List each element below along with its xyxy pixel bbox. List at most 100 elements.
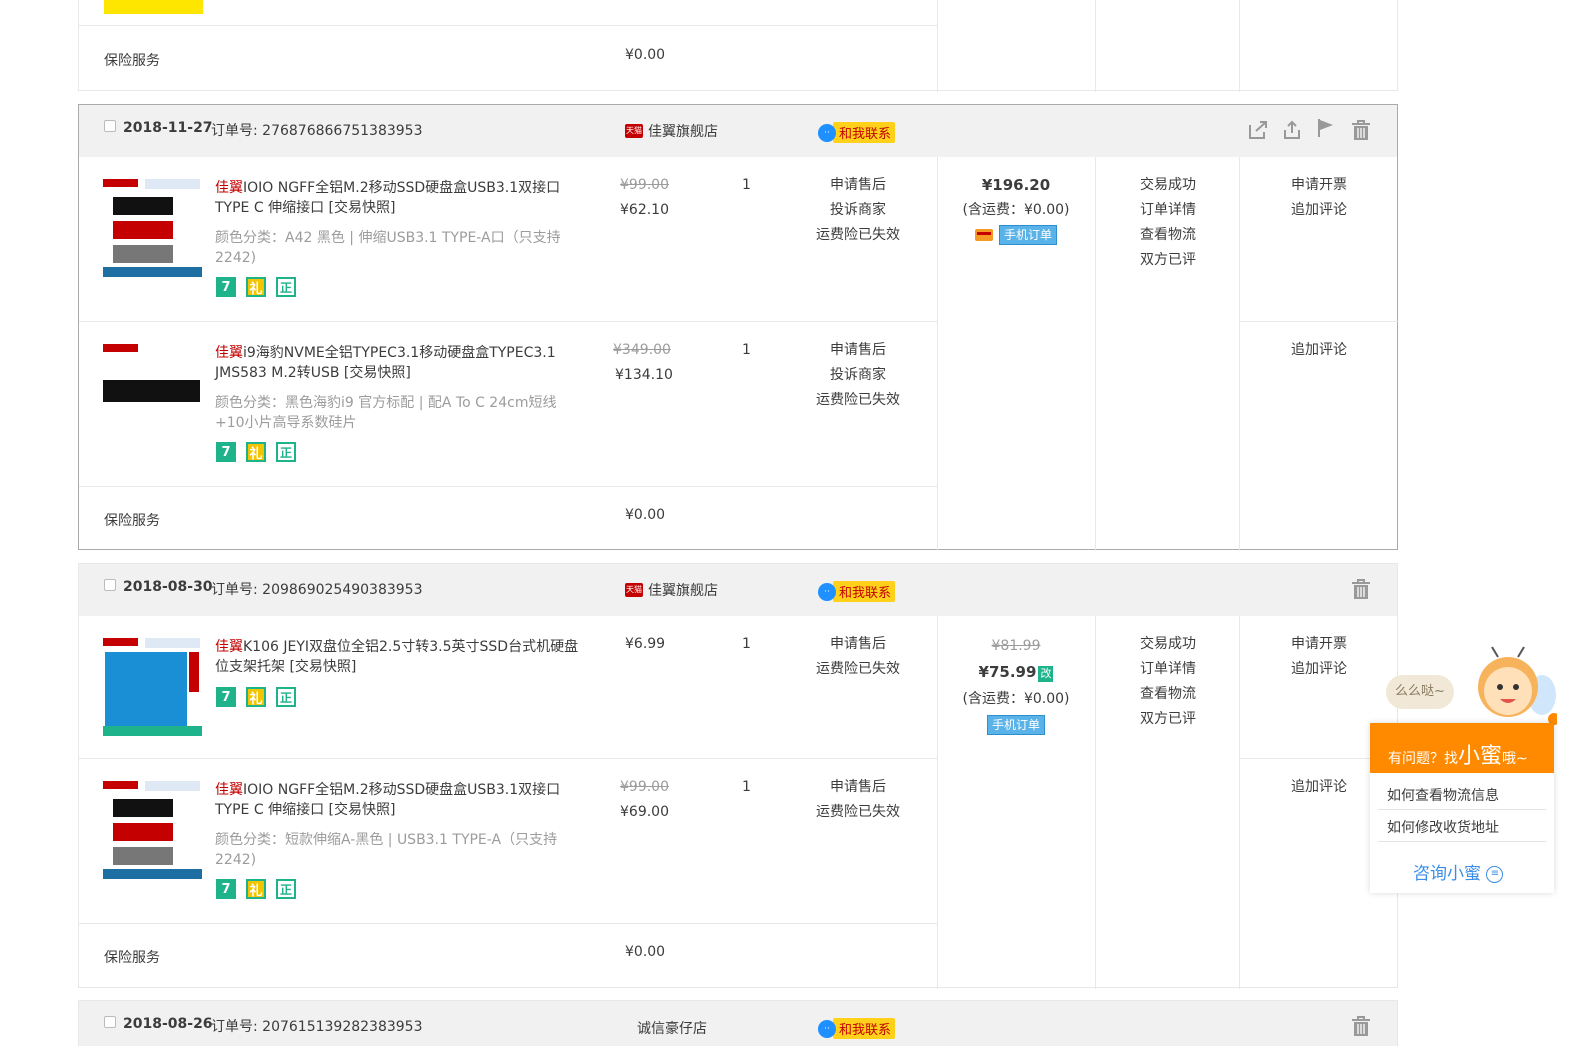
seven-day-return-icon[interactable]: 7 (216, 277, 236, 297)
shipping-insurance-status: 运费险已失效 (816, 392, 900, 408)
helper-banner[interactable]: 有问题？找小蜜哦~ (1370, 723, 1554, 773)
product-name: K106 JEYI双盘位全铝2.5寸转3.5英寸SSD台式机硬盘位支架托架 [交… (215, 639, 579, 675)
order-status: 交易成功 订单详情 查看物流 双方已评 (1118, 632, 1218, 732)
item-links: 申请售后 运费险已失效 (798, 632, 918, 682)
item-actions: 追加评论 (1269, 338, 1369, 363)
price-modified-tag: 改 (1038, 666, 1054, 682)
quantity: 1 (742, 177, 751, 193)
genuine-icon[interactable]: 正 (276, 879, 296, 899)
order-checkbox[interactable] (104, 120, 116, 132)
product-thumb-partial[interactable] (104, 0, 203, 14)
product-name: IOIO NGFF全铝M.2移动SSD硬盘盒USB3.1双接口TYPE C 伸缩… (215, 782, 561, 818)
contact-seller-button[interactable]: ·· 和我联系 (818, 1018, 896, 1039)
insurance-price: ¥0.00 (625, 507, 666, 523)
seven-day-return-icon[interactable]: 7 (216, 687, 236, 707)
genuine-icon[interactable]: 正 (276, 442, 296, 462)
delete-icon[interactable] (1350, 1015, 1372, 1037)
shop-link[interactable]: 天猫 佳翼旗舰店 (625, 121, 718, 141)
apply-invoice-link[interactable]: 申请开票 (1269, 632, 1369, 657)
delete-icon[interactable] (1350, 119, 1372, 141)
shipping-insurance-status: 运费险已失效 (816, 227, 900, 243)
product-title-link[interactable]: 佳翼K106 JEYI双盘位全铝2.5寸转3.5英寸SSD台式机硬盘位支架托架 … (215, 637, 585, 677)
insurance-price: ¥0.00 (625, 944, 666, 960)
add-review-link[interactable]: 追加评论 (1269, 198, 1369, 223)
order-detail-link[interactable]: 订单详情 (1118, 198, 1218, 223)
gift-icon[interactable]: 礼 (246, 442, 266, 462)
quantity: 1 (742, 342, 751, 358)
faq-item[interactable]: 如何修改收货地址 (1387, 817, 1499, 837)
apply-aftersale-link[interactable]: 申请售后 (798, 775, 918, 800)
insurance-label: 保险服务 (104, 53, 160, 69)
shop-name: 诚信豪仔店 (637, 1021, 707, 1037)
quantity: 1 (742, 636, 751, 652)
view-logistics-link[interactable]: 查看物流 (1118, 682, 1218, 707)
upload-icon[interactable] (1281, 119, 1303, 141)
product-title-link[interactable]: 佳翼i9海豹NVME全铝TYPEC3.1移动硬盘盒TYPEC3.1 JMS583… (215, 343, 585, 383)
gift-icon[interactable]: 礼 (246, 687, 266, 707)
order-total: ¥81.99 ¥75.99 改 (含运费：¥0.00) 手机订单 (937, 633, 1095, 738)
apply-aftersale-link[interactable]: 申请售后 (798, 173, 918, 198)
apply-aftersale-link[interactable]: 申请售后 (798, 632, 918, 657)
order-detail-link[interactable]: 订单详情 (1118, 657, 1218, 682)
quantity: 1 (742, 779, 751, 795)
view-logistics-link[interactable]: 查看物流 (1118, 223, 1218, 248)
apply-invoice-link[interactable]: 申请开票 (1269, 173, 1369, 198)
order-card: 2018-08-26 订单号: 207615139282383953 诚信豪仔店… (78, 1000, 1398, 1046)
contact-seller-button[interactable]: ·· 和我联系 (818, 122, 896, 143)
gift-icon[interactable]: 礼 (246, 277, 266, 297)
item-links: 申请售后 运费险已失效 (798, 775, 918, 825)
shop-link[interactable]: 诚信豪仔店 (637, 1018, 707, 1038)
add-review-link[interactable]: 追加评论 (1269, 775, 1369, 800)
shop-name: 佳翼旗舰店 (648, 124, 718, 140)
share-icon[interactable] (1247, 119, 1269, 141)
apply-aftersale-link[interactable]: 申请售后 (798, 338, 918, 363)
assistant-widget: 么么哒~ 有问题？找小蜜哦~ 如何查看物流信息 如何修改收货地址 咨询小蜜 ≡ (1370, 645, 1557, 893)
seven-day-return-icon[interactable]: 7 (216, 879, 236, 899)
shop-name: 佳翼旗舰店 (648, 583, 718, 599)
product-title-link[interactable]: 佳翼IOIO NGFF全铝M.2移动SSD硬盘盒USB3.1双接口TYPE C … (215, 178, 585, 218)
product-brand: 佳翼 (215, 639, 243, 655)
delete-icon[interactable] (1350, 578, 1372, 600)
flag-icon[interactable] (1315, 117, 1337, 139)
order-checkbox[interactable] (104, 579, 116, 591)
original-price: ¥349.00 (613, 342, 671, 358)
item-links: 申请售后 投诉商家 运费险已失效 (798, 173, 918, 248)
order-date: 2018-11-27 (123, 120, 213, 136)
add-review-link[interactable]: 追加评论 (1269, 338, 1369, 363)
product-thumbnail[interactable] (103, 344, 202, 404)
original-price: ¥99.00 (620, 779, 669, 795)
order-date: 2018-08-30 (123, 579, 213, 595)
add-review-link[interactable]: 追加评论 (1269, 657, 1369, 682)
bee-mascot-icon[interactable] (1470, 645, 1557, 731)
order-header: 2018-08-26 订单号: 207615139282383953 诚信豪仔店… (79, 1001, 1397, 1046)
insurance-label: 保险服务 (104, 950, 160, 966)
product-thumbnail[interactable] (103, 638, 202, 736)
status-text: 交易成功 (1140, 177, 1196, 193)
complain-link[interactable]: 投诉商家 (798, 363, 918, 388)
speech-bubble-text: 么么哒~ (1395, 684, 1445, 699)
item-actions: 申请开票 追加评论 (1269, 632, 1369, 682)
product-brand: 佳翼 (215, 782, 243, 798)
product-title-link[interactable]: 佳翼IOIO NGFF全铝M.2移动SSD硬盘盒USB3.1双接口TYPE C … (215, 780, 585, 820)
speech-bubble: 么么哒~ (1386, 675, 1454, 709)
contact-seller-button[interactable]: ·· 和我联系 (818, 581, 896, 602)
service-badges: 7 礼 正 (216, 442, 296, 462)
consult-assistant-button[interactable]: 咨询小蜜 ≡ (1413, 859, 1504, 884)
contact-label: 和我联系 (833, 1018, 896, 1039)
genuine-icon[interactable]: 正 (276, 277, 296, 297)
tmall-icon: 天猫 (625, 124, 643, 138)
product-thumbnail[interactable] (103, 781, 202, 879)
seven-day-return-icon[interactable]: 7 (216, 442, 236, 462)
gift-icon[interactable]: 礼 (246, 879, 266, 899)
complain-link[interactable]: 投诉商家 (798, 198, 918, 223)
genuine-icon[interactable]: 正 (276, 687, 296, 707)
product-thumbnail[interactable] (103, 179, 202, 277)
service-badges: 7 礼 正 (216, 277, 296, 297)
shop-link[interactable]: 天猫 佳翼旗舰店 (625, 580, 718, 600)
faq-item[interactable]: 如何查看物流信息 (1387, 785, 1499, 805)
product-brand: 佳翼 (215, 180, 243, 196)
order-number: 订单号: 209869025490383953 (211, 582, 423, 598)
product-sku: 颜色分类：黑色海豹i9 官方标配 | 配A To C 24cm短线+10小片高导… (215, 395, 557, 431)
order-checkbox[interactable] (104, 1016, 116, 1028)
order-status: 交易成功 订单详情 查看物流 双方已评 (1118, 173, 1218, 273)
